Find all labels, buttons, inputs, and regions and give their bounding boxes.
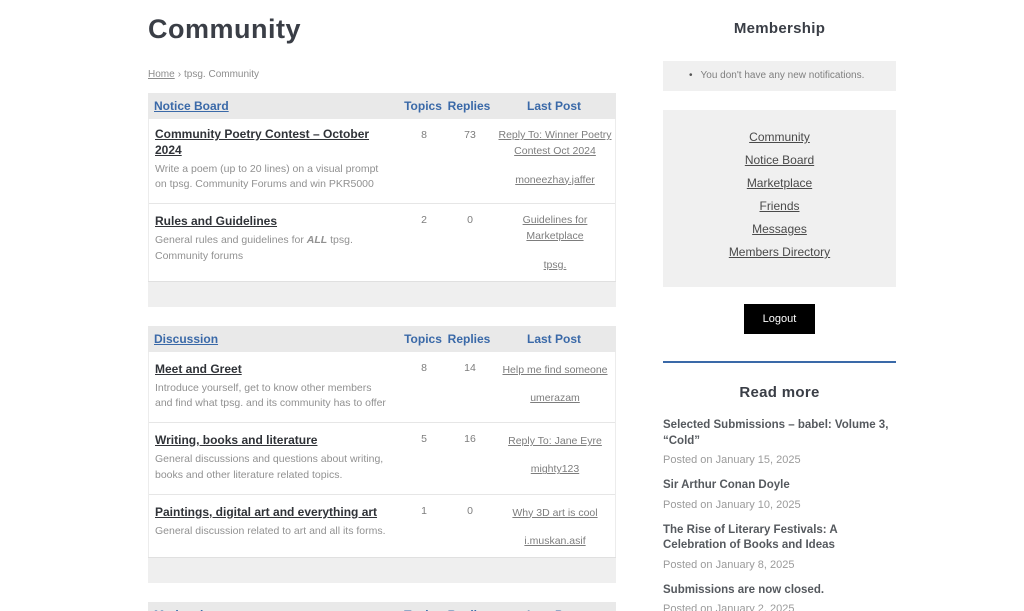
read-more-list: Selected Submissions – babel: Volume 3, …	[663, 418, 896, 611]
forum-description-emphasis: ALL	[307, 234, 327, 246]
membership-nav: Community Notice Board Marketplace Frien…	[663, 110, 896, 287]
replies-count: 16	[447, 431, 493, 484]
section-footer	[148, 557, 616, 583]
column-header-last-post: Last Post	[492, 332, 616, 346]
forum-row: Writing, books and literature General di…	[149, 422, 615, 494]
column-header-replies: Replies	[446, 332, 492, 346]
sidebar-link-members-directory[interactable]: Members Directory	[663, 245, 896, 259]
section-header: Notice Board Topics Replies Last Post	[148, 93, 616, 119]
page-title: Community	[148, 14, 616, 45]
replies-count: 73	[447, 127, 493, 193]
sidebar-link-friends[interactable]: Friends	[663, 199, 896, 213]
forum-description: General discussion related to art and al…	[155, 524, 387, 540]
last-post-cell: Reply To: Jane Eyre mighty123	[493, 431, 617, 484]
last-post-link[interactable]: Help me find someone	[502, 362, 607, 378]
last-post-cell: Help me find someone umerazam	[493, 360, 617, 413]
sidebar-link-community[interactable]: Community	[663, 130, 896, 144]
forum-row: Meet and Greet Introduce yourself, get t…	[149, 352, 615, 423]
section-header: Discussion Topics Replies Last Post	[148, 326, 616, 352]
post-title-link[interactable]: Sir Arthur Conan Doyle	[663, 478, 896, 494]
read-more-title: Read more	[663, 384, 896, 401]
forum-info-cell: Meet and Greet Introduce yourself, get t…	[149, 360, 401, 413]
notification-text: You don't have any new notifications.	[701, 70, 865, 81]
forum-info-cell: Paintings, digital art and everything ar…	[149, 503, 401, 547]
forum-row: Paintings, digital art and everything ar…	[149, 494, 615, 557]
last-post-link[interactable]: Reply To: Jane Eyre	[508, 433, 602, 449]
forum-row: Community Poetry Contest – October 2024 …	[149, 119, 615, 203]
post-date: Posted on January 10, 2025	[663, 499, 896, 511]
sidebar-link-notice-board[interactable]: Notice Board	[663, 153, 896, 167]
breadcrumb: Home›tpsg. Community	[148, 69, 616, 80]
section-title-link[interactable]: Discussion	[148, 332, 400, 346]
section-footer	[148, 281, 616, 307]
topics-count: 2	[401, 212, 447, 271]
bullet-icon: •	[689, 70, 693, 81]
forum-section-notice-board: Notice Board Topics Replies Last Post Co…	[148, 93, 616, 307]
forum-title-link[interactable]: Community Poetry Contest – October 2024	[155, 127, 387, 158]
topics-count: 1	[401, 503, 447, 547]
section-header: Marketplace Topics Replies Last Post	[148, 602, 616, 611]
post-date: Posted on January 8, 2025	[663, 559, 896, 571]
forum-description: General discussions and questions about …	[155, 452, 387, 484]
forum-info-cell: Rules and Guidelines General rules and g…	[149, 212, 401, 271]
sidebar-divider	[663, 361, 896, 363]
forum-info-cell: Community Poetry Contest – October 2024 …	[149, 127, 401, 193]
last-post-user-link[interactable]: umerazam	[497, 392, 613, 404]
last-post-link[interactable]: Why 3D art is cool	[512, 505, 597, 521]
forum-row: Rules and Guidelines General rules and g…	[149, 203, 615, 281]
column-header-last-post: Last Post	[492, 99, 616, 113]
notifications-box: • You don't have any new notifications.	[663, 61, 896, 91]
forum-section-marketplace: Marketplace Topics Replies Last Post Boo…	[148, 602, 616, 611]
last-post-cell: Why 3D art is cool i.muskan.asif	[493, 503, 617, 547]
breadcrumb-home-link[interactable]: Home	[148, 69, 175, 80]
last-post-user-link[interactable]: tpsg.	[497, 259, 613, 271]
last-post-cell: Guidelines for Marketplace tpsg.	[493, 212, 617, 271]
forum-description: Introduce yourself, get to know other me…	[155, 381, 387, 413]
post-date: Posted on January 15, 2025	[663, 454, 896, 466]
replies-count: 0	[447, 503, 493, 547]
post-date: Posted on January 2, 2025	[663, 603, 896, 611]
forum-section-discussion: Discussion Topics Replies Last Post Meet…	[148, 326, 616, 583]
sidebar-link-messages[interactable]: Messages	[663, 222, 896, 236]
section-body: Meet and Greet Introduce yourself, get t…	[148, 352, 616, 557]
section-title-link[interactable]: Notice Board	[148, 99, 400, 113]
page: Community Home›tpsg. Community Notice Bo…	[0, 0, 1024, 611]
column-header-topics: Topics	[400, 332, 446, 346]
forum-title-link[interactable]: Paintings, digital art and everything ar…	[155, 505, 377, 521]
post-title-link[interactable]: Selected Submissions – babel: Volume 3, …	[663, 418, 896, 449]
topics-count: 8	[401, 127, 447, 193]
last-post-cell: Reply To: Winner Poetry Contest Oct 2024…	[493, 127, 617, 193]
forum-description-text: General rules and guidelines for	[155, 234, 307, 246]
replies-count: 0	[447, 212, 493, 271]
breadcrumb-current: tpsg. Community	[184, 69, 259, 80]
last-post-link[interactable]: Reply To: Winner Poetry Contest Oct 2024	[497, 127, 613, 160]
breadcrumb-separator: ›	[178, 69, 181, 80]
last-post-link[interactable]: Guidelines for Marketplace	[497, 212, 613, 245]
forum-description: General rules and guidelines for ALL tps…	[155, 233, 387, 265]
post-title-link[interactable]: The Rise of Literary Festivals: A Celebr…	[663, 523, 896, 554]
main-content: Community Home›tpsg. Community Notice Bo…	[148, 0, 616, 611]
membership-title: Membership	[663, 20, 896, 37]
post-title-link[interactable]: Submissions are now closed.	[663, 583, 896, 599]
forum-info-cell: Writing, books and literature General di…	[149, 431, 401, 484]
column-header-replies: Replies	[446, 99, 492, 113]
topics-count: 5	[401, 431, 447, 484]
section-body: Community Poetry Contest – October 2024 …	[148, 119, 616, 281]
topics-count: 8	[401, 360, 447, 413]
last-post-user-link[interactable]: i.muskan.asif	[497, 535, 613, 547]
last-post-user-link[interactable]: mighty123	[497, 463, 613, 475]
replies-count: 14	[447, 360, 493, 413]
sidebar-link-marketplace[interactable]: Marketplace	[663, 176, 896, 190]
forum-title-link[interactable]: Writing, books and literature	[155, 433, 317, 449]
logout-button[interactable]: Logout	[744, 304, 816, 334]
sidebar: Membership • You don't have any new notif…	[663, 0, 896, 611]
forum-title-link[interactable]: Rules and Guidelines	[155, 214, 277, 230]
last-post-user-link[interactable]: moneezhay.jaffer	[497, 174, 613, 186]
forum-description: Write a poem (up to 20 lines) on a visua…	[155, 162, 387, 194]
forum-title-link[interactable]: Meet and Greet	[155, 362, 242, 378]
column-header-topics: Topics	[400, 99, 446, 113]
